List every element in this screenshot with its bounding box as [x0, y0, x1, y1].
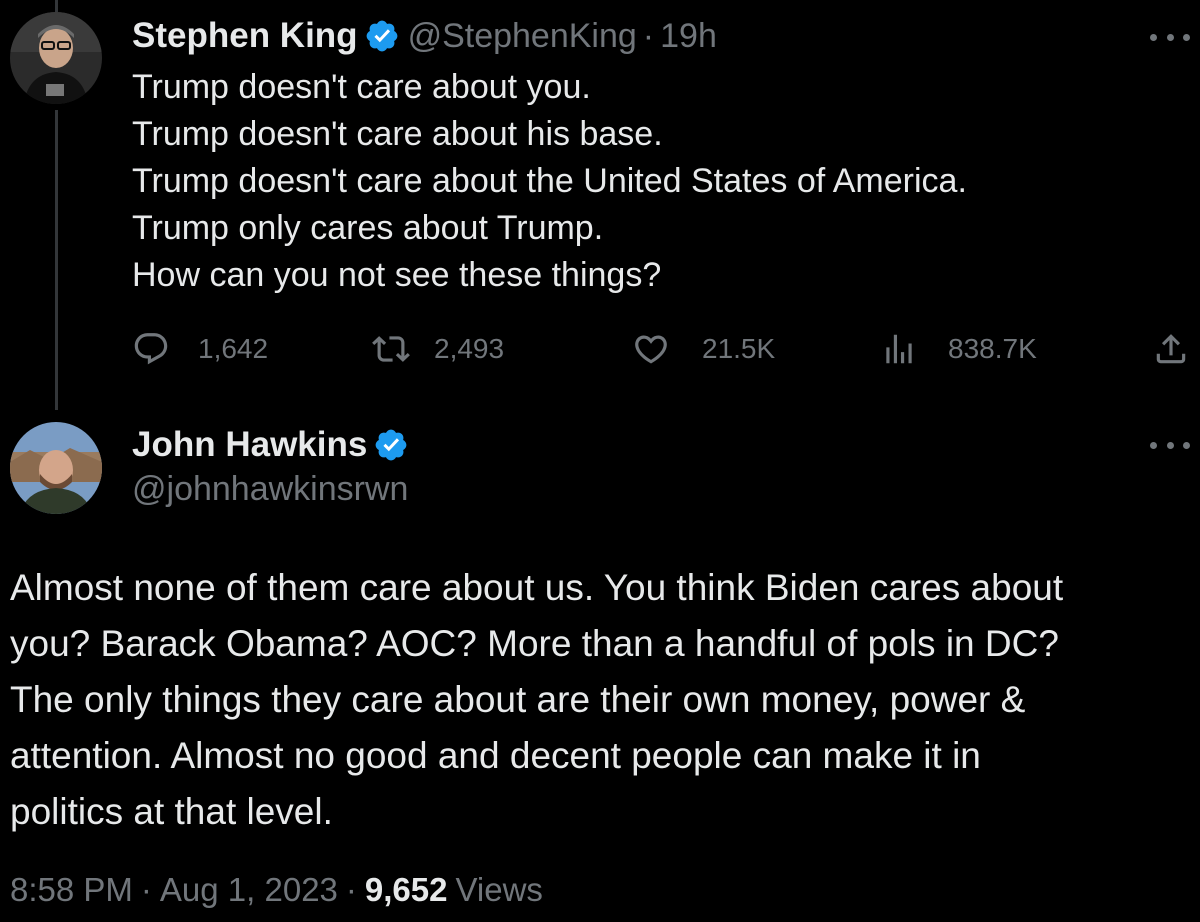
- tweet-time[interactable]: 8:58 PM: [10, 871, 133, 909]
- reply-tweet-header: John Hawkins: [132, 422, 417, 468]
- parent-tweet-header: Stephen King @StephenKing · 19h: [132, 14, 717, 58]
- person-avatar-icon: [10, 422, 102, 514]
- repost-icon: [372, 330, 410, 368]
- tweet-text-line: The only things they care about are thei…: [10, 679, 1026, 720]
- stephen-king-avatar[interactable]: [10, 12, 102, 104]
- views-count: 9,652: [364, 871, 448, 908]
- verified-badge-icon[interactable]: [364, 18, 400, 54]
- like-button[interactable]: 21.5K: [632, 324, 775, 374]
- like-count: 21.5K: [702, 333, 776, 364]
- repost-count: 2,493: [434, 333, 505, 364]
- tweet-text-line: Trump doesn't care about his base.: [132, 115, 663, 153]
- reply-tweet-text: Almost none of them care about us. You t…: [10, 560, 1195, 840]
- heart-icon: [632, 330, 670, 368]
- tweet-text-line: Trump only cares about Trump.: [132, 209, 604, 247]
- repost-button[interactable]: 2,493: [372, 324, 504, 374]
- tweet-text-line: Trump doesn't care about you.: [132, 68, 591, 106]
- tweet-text-line: Trump doesn't care about the United Stat…: [132, 162, 967, 200]
- author-display-name[interactable]: Stephen King: [132, 16, 358, 56]
- tweet-text-line: Almost none of them care about us. You t…: [10, 567, 1064, 608]
- separator-dot: ·: [642, 16, 655, 55]
- thread-connector-line: [55, 110, 58, 410]
- views-button[interactable]: 838.7K: [880, 324, 1037, 374]
- reply-icon: [132, 330, 170, 368]
- author-handle[interactable]: @StephenKing: [408, 17, 637, 56]
- tweet-text-line: How can you not see these things?: [132, 256, 662, 294]
- thread-connector-line-top: [55, 0, 58, 12]
- reply-author-handle[interactable]: @johnhawkinsrwn: [132, 470, 408, 509]
- views-chart-icon: [880, 330, 918, 368]
- tweet-action-bar: 1,642 2,493 21.5K 838.7K: [132, 324, 1192, 374]
- tweet-text-line: politics at that level.: [10, 791, 333, 832]
- views-count: 838.7K: [948, 333, 1037, 364]
- share-icon: [1152, 330, 1190, 368]
- separator-dot: ·: [345, 871, 357, 908]
- views-label: Views: [455, 871, 543, 908]
- share-button[interactable]: [1152, 324, 1190, 374]
- more-options-icon[interactable]: [1150, 435, 1190, 455]
- tweet-meta-row: 8:58 PM · Aug 1, 2023 · 9,652 Views: [10, 866, 543, 914]
- reply-count: 1,642: [198, 333, 269, 364]
- john-hawkins-avatar[interactable]: [10, 422, 102, 514]
- tweet-date[interactable]: Aug 1, 2023: [160, 871, 338, 909]
- separator-dot: ·: [140, 871, 152, 908]
- person-avatar-icon: [10, 12, 102, 104]
- tweet-text-line: attention. Almost no good and decent peo…: [10, 735, 981, 776]
- tweet-text-line: you? Barack Obama? AOC? More than a hand…: [10, 623, 1059, 664]
- more-options-icon[interactable]: [1150, 27, 1190, 47]
- verified-badge-icon[interactable]: [373, 427, 409, 463]
- reply-button[interactable]: 1,642: [132, 324, 268, 374]
- reply-author-display-name[interactable]: John Hawkins: [132, 425, 367, 465]
- relative-timestamp[interactable]: 19h: [660, 17, 717, 56]
- parent-tweet-text: Trump doesn't care about you. Trump does…: [132, 64, 1172, 299]
